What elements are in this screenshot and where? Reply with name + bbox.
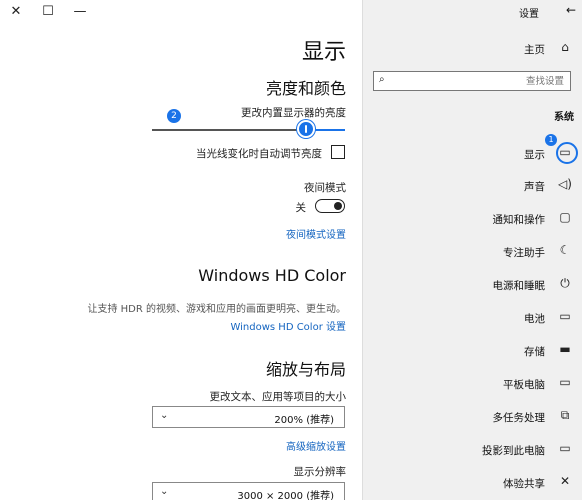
sidebar-item-tablet[interactable]: 平板电脑 ▭ <box>363 373 582 397</box>
sidebar-item-shared-experiences[interactable]: 体验共享 ✕ <box>363 472 582 496</box>
sidebar-item-label: 多任务处理 <box>492 412 546 424</box>
back-arrow-icon[interactable]: ← <box>566 3 576 17</box>
sidebar-item-project[interactable]: 投影到此电脑 ▭ <box>363 439 582 463</box>
sidebar-item-storage[interactable]: 存储 ▬ <box>363 340 582 364</box>
slider-track-low <box>152 129 307 131</box>
maximize-icon[interactable]: ☐ <box>32 4 64 19</box>
battery-icon: ▭ <box>559 309 571 323</box>
sidebar-item-label: 主页 <box>524 44 545 56</box>
sidebar-item-label: 体验共享 <box>503 478 545 490</box>
chevron-down-icon: ⌄ <box>160 410 169 421</box>
page-title: 显示 <box>301 40 346 65</box>
scale-dropdown[interactable]: 200% (推荐) ⌄ <box>152 406 345 428</box>
sidebar-item-label: 专注助手 <box>503 247 545 259</box>
slider-thumb[interactable] <box>297 120 316 138</box>
brightness-heading: 亮度和颜色 <box>265 79 346 98</box>
scale-heading: 缩放与布局 <box>265 360 346 379</box>
minimize-icon[interactable]: — <box>64 4 96 19</box>
section-heading-system: 系统 <box>554 112 574 123</box>
toggle-knob <box>334 202 342 210</box>
sidebar: 设置 ← 主页 ⌂ ⌕ 系统 1 显示 ▭ 声音 ◁) 通知和操作 ▢ 专注助手… <box>362 0 582 500</box>
monitor-icon: ▭ <box>559 145 571 159</box>
display-settings-pane: ✕ ☐ — 显示 亮度和颜色 更改内置显示器的亮度 2 当光线变化时自动调节亮度… <box>0 0 362 500</box>
hdr-description: 让支持 HDR 的视频、游戏和应用的画面更明亮、更生动。 <box>87 304 346 315</box>
chevron-down-icon: ⌄ <box>160 486 169 497</box>
power-icon: ⏻ <box>560 276 570 290</box>
night-light-label: 夜间模式 <box>304 182 346 194</box>
auto-brightness-label: 当光线变化时自动调节亮度 <box>196 148 322 160</box>
brightness-slider-label: 更改内置显示器的亮度 <box>241 107 346 119</box>
search-field[interactable]: ⌕ <box>373 71 571 91</box>
search-icon[interactable]: ⌕ <box>379 74 385 85</box>
speaker-icon: ◁) <box>558 177 572 191</box>
hdr-settings-link[interactable]: Windows HD Color 设置 <box>230 318 346 333</box>
close-icon[interactable]: ✕ <box>0 4 32 19</box>
scale-value: 200% (推荐) <box>274 415 334 426</box>
sidebar-item-label: 显示 <box>524 149 545 161</box>
sidebar-item-notifications[interactable]: 通知和操作 ▢ <box>363 208 582 232</box>
multitasking-icon: ⧉ <box>560 408 570 422</box>
sidebar-item-label: 平板电脑 <box>503 379 545 391</box>
sidebar-item-multitasking[interactable]: 多任务处理 ⧉ <box>363 406 582 430</box>
sidebar-item-display[interactable]: 显示 ▭ <box>363 143 582 167</box>
night-light-settings-link[interactable]: 夜间模式设置 <box>286 226 346 241</box>
tablet-icon: ▭ <box>559 375 571 389</box>
night-light-state: 关 <box>295 202 307 214</box>
sidebar-item-label: 电源和睡眠 <box>492 280 546 292</box>
night-light-toggle[interactable] <box>315 199 345 213</box>
scale-label: 更改文本、应用等项目的大小 <box>209 391 347 403</box>
app-title: 设置 <box>519 9 539 20</box>
sidebar-item-label: 投影到此电脑 <box>482 445 545 457</box>
search-input[interactable] <box>404 74 564 88</box>
home-icon: ⌂ <box>561 40 569 54</box>
resolution-label: 显示分辨率 <box>293 466 347 478</box>
auto-brightness-checkbox[interactable] <box>331 145 345 159</box>
storage-icon: ▬ <box>559 342 571 356</box>
window-controls: ✕ ☐ — <box>0 0 96 22</box>
resolution-value: 3000 × 2000 (推荐) <box>237 491 334 500</box>
hdr-heading: Windows HD Color <box>198 266 346 285</box>
sidebar-item-label: 声音 <box>524 181 545 193</box>
sidebar-item-power[interactable]: 电源和睡眠 ⏻ <box>363 274 582 298</box>
shared-experiences-icon: ✕ <box>559 474 571 488</box>
brightness-slider[interactable] <box>152 120 345 140</box>
advanced-scaling-link[interactable]: 高级缩放设置 <box>286 438 346 453</box>
moon-icon: ☾ <box>559 243 571 257</box>
sidebar-item-label: 存储 <box>524 346 545 358</box>
resolution-dropdown[interactable]: 3000 × 2000 (推荐) ⌄ <box>152 482 345 500</box>
sidebar-item-label: 通知和操作 <box>492 214 546 226</box>
sidebar-item-sound[interactable]: 声音 ◁) <box>363 175 582 199</box>
notification-icon: ▢ <box>559 210 571 224</box>
sidebar-item-battery[interactable]: 电池 ▭ <box>363 307 582 331</box>
sidebar-item-home[interactable]: 主页 ⌂ <box>363 38 582 62</box>
projector-icon: ▭ <box>559 441 571 455</box>
sidebar-item-focus-assist[interactable]: 专注助手 ☾ <box>363 241 582 265</box>
sidebar-item-label: 电池 <box>524 313 545 325</box>
